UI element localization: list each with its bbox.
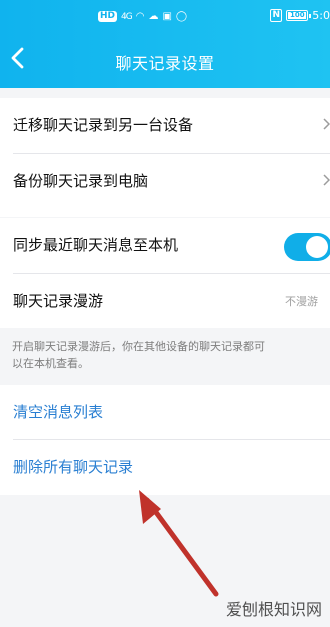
- app-icon: ▣: [162, 11, 172, 22]
- status-icons-left: HD 4G ◠ ☁ ▣ ◯: [98, 11, 187, 22]
- clear-message-list-row[interactable]: 清空消息列表: [0, 385, 330, 439]
- toggle-knob: [306, 236, 328, 258]
- chat-roaming-value: 不漫游: [285, 295, 318, 308]
- status-time: 5:0: [312, 9, 330, 22]
- migrate-chat-history-label: 迁移聊天记录到另一台设备: [13, 116, 194, 134]
- delete-all-history-row[interactable]: 删除所有聊天记录: [0, 440, 330, 494]
- battery-icon: 100: [286, 10, 312, 21]
- ring-icon: ◯: [175, 11, 188, 22]
- header-bar: HD 4G ◠ ☁ ▣ ◯ N 100 5:0 聊天记录设置: [0, 0, 330, 88]
- chat-roaming-label: 聊天记录漫游: [13, 292, 104, 310]
- roaming-description: 开启聊天记录漫游后，你在其他设备的聊天记录都可 以在本机查看。: [12, 340, 265, 370]
- chevron-right-icon: [323, 118, 330, 130]
- migrate-chat-history-row[interactable]: 迁移聊天记录到另一台设备: [0, 98, 330, 152]
- battery-text: 100: [289, 11, 305, 19]
- transfer-section: 迁移聊天记录到另一台设备 备份聊天记录到电脑: [0, 98, 330, 217]
- cloud-icon: ☁: [148, 11, 159, 22]
- navigation-bar: 聊天记录设置: [0, 42, 330, 80]
- signal-icon: 4G: [121, 11, 133, 22]
- wifi-icon: ◠: [135, 11, 145, 22]
- sync-section: 同步最近聊天消息至本机 聊天记录漫游 不漫游: [0, 218, 330, 328]
- delete-all-history-label: 删除所有聊天记录: [13, 458, 134, 476]
- hd-icon: HD: [98, 11, 118, 22]
- backup-to-computer-label: 备份聊天记录到电脑: [13, 172, 149, 190]
- red-arrow-icon: [139, 490, 219, 597]
- watermark-text: 爱刨根知识网: [225, 600, 322, 619]
- chat-roaming-row[interactable]: 聊天记录漫游 不漫游: [0, 274, 330, 328]
- sync-recent-messages-toggle[interactable]: [284, 233, 330, 261]
- sync-recent-messages-row: 同步最近聊天消息至本机: [0, 218, 330, 272]
- nfc-icon: N: [270, 9, 283, 22]
- chevron-right-icon: [323, 174, 330, 186]
- clear-message-list-label: 清空消息列表: [13, 403, 104, 421]
- sync-recent-messages-label: 同步最近聊天消息至本机: [13, 236, 179, 254]
- status-icons-right: N 100 5:0: [270, 9, 330, 22]
- page-title: 聊天记录设置: [115, 54, 215, 73]
- clear-section: 清空消息列表 删除所有聊天记录: [0, 385, 330, 495]
- status-bar: HD 4G ◠ ☁ ▣ ◯ N 100 5:0: [0, 0, 330, 38]
- backup-to-computer-row[interactable]: 备份聊天记录到电脑: [0, 154, 330, 208]
